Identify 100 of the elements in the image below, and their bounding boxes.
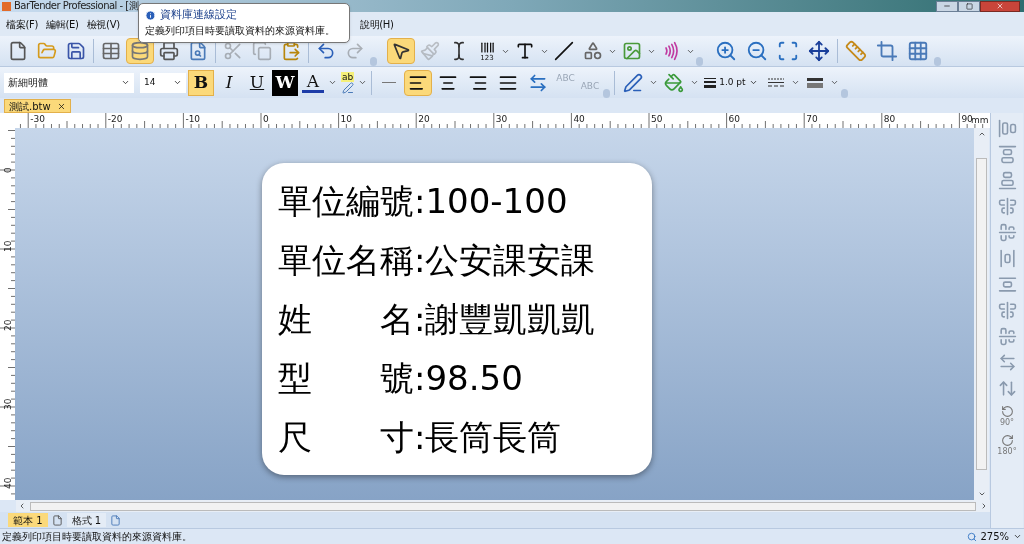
tooltip-title: 資料庫連線設定 bbox=[160, 7, 237, 23]
center-vertical-icon[interactable] bbox=[997, 197, 1017, 216]
scroll-down-icon[interactable] bbox=[977, 490, 986, 498]
menu-item[interactable]: 檢視(V) bbox=[86, 16, 120, 32]
pointer-icon bbox=[391, 41, 411, 61]
menu-item[interactable]: 編輯(E) bbox=[46, 16, 79, 32]
line-icon bbox=[554, 41, 574, 61]
font-field[interactable]: 新細明體 bbox=[4, 72, 134, 93]
line-weight-icon bbox=[806, 77, 823, 88]
close-icon[interactable] bbox=[56, 101, 66, 111]
zoom-fit-icon bbox=[777, 40, 799, 62]
grid-icon bbox=[907, 40, 929, 62]
align-left-edge-icon[interactable] bbox=[997, 119, 1017, 138]
new-file-icon bbox=[8, 41, 28, 61]
zoom-in-icon bbox=[715, 40, 737, 62]
caret-icon[interactable] bbox=[649, 78, 659, 87]
add-sheet-icon[interactable] bbox=[110, 514, 122, 526]
center-page-vertical-icon[interactable] bbox=[997, 301, 1017, 320]
horizontal-scrollbar[interactable] bbox=[16, 500, 990, 512]
crop-marks-icon bbox=[876, 40, 898, 62]
window-title: BarTender Professional - [測 bbox=[14, 0, 139, 12]
close-button[interactable] bbox=[980, 0, 1020, 12]
scroll-left-icon[interactable] bbox=[18, 502, 26, 510]
pointer-button[interactable] bbox=[387, 38, 415, 64]
caret-icon[interactable] bbox=[328, 78, 337, 87]
format-toggle[interactable]: U bbox=[244, 69, 270, 96]
align-top-edge-icon[interactable] bbox=[997, 145, 1017, 164]
brush-icon bbox=[420, 41, 440, 61]
zoom-level[interactable]: 275% bbox=[980, 529, 1009, 544]
menu-item[interactable]: 說明(H) bbox=[359, 16, 394, 32]
undo-icon bbox=[316, 41, 336, 61]
document-tab[interactable]: 測試.btw bbox=[4, 99, 71, 113]
label-text: 單位名稱:公安課安課 bbox=[278, 239, 597, 282]
ruler-label: 40 bbox=[3, 477, 13, 489]
ruler-label: 70 bbox=[806, 114, 818, 124]
scroll-thumb[interactable] bbox=[976, 158, 987, 470]
label-text: 姓 名:謝豐凱凱凱 bbox=[278, 298, 597, 341]
rotate-button[interactable]: 180° bbox=[997, 434, 1017, 456]
caret-icon[interactable] bbox=[790, 78, 800, 87]
ruler-label: 0 bbox=[263, 114, 269, 124]
label-text: 型 號:98.50 bbox=[278, 357, 524, 400]
caret-icon[interactable] bbox=[829, 78, 839, 87]
info-icon bbox=[145, 9, 156, 21]
ruler-icon bbox=[845, 40, 867, 62]
format-toggle[interactable]: B bbox=[188, 69, 214, 96]
caret-icon bbox=[173, 78, 182, 87]
sheet-tab[interactable]: 格式 1 bbox=[66, 513, 107, 527]
close-icon bbox=[996, 2, 1004, 10]
scroll-right-icon[interactable] bbox=[980, 502, 988, 510]
search-file-icon bbox=[188, 41, 208, 61]
ruler-label: 10 bbox=[3, 240, 13, 252]
rotate-icon bbox=[1000, 434, 1014, 447]
center-page-horizontal-icon[interactable] bbox=[997, 327, 1017, 346]
caret-icon[interactable] bbox=[358, 78, 368, 87]
minimize-button[interactable] bbox=[936, 0, 958, 12]
rotate-button[interactable]: 90° bbox=[999, 405, 1015, 427]
sheet-tab[interactable]: 範本 1 bbox=[8, 513, 48, 527]
vertical-scrollbar[interactable] bbox=[974, 128, 989, 500]
add-sheet-icon[interactable] bbox=[51, 514, 63, 526]
format-toggle[interactable]: W bbox=[272, 69, 298, 96]
ruler-unit: mm bbox=[971, 115, 989, 125]
highlight-button[interactable]: ab bbox=[339, 69, 357, 96]
cut-icon bbox=[223, 41, 243, 61]
ruler-label: 90 bbox=[961, 114, 973, 124]
text-icon bbox=[515, 41, 535, 61]
ruler-label: 10 bbox=[340, 114, 353, 124]
ruler-label: 20 bbox=[3, 319, 13, 331]
line-width-field[interactable]: 1.0 pt bbox=[701, 72, 761, 93]
caret-icon[interactable] bbox=[690, 78, 700, 87]
menu-item[interactable]: 檔案(F) bbox=[6, 16, 39, 32]
label-text: 單位編號:100-100 bbox=[278, 180, 569, 223]
align-button[interactable] bbox=[404, 69, 433, 96]
ruler-label: 50 bbox=[651, 114, 663, 124]
ruler-label: 40 bbox=[573, 114, 585, 124]
distribute-vertical-icon[interactable] bbox=[997, 379, 1017, 398]
ruler-label: 60 bbox=[728, 114, 741, 124]
scroll-up-icon[interactable] bbox=[977, 130, 986, 138]
zoom-out-icon bbox=[746, 40, 768, 62]
dash-style-icon bbox=[767, 78, 784, 87]
ruler-label: 30 bbox=[495, 114, 508, 124]
caret-icon bbox=[748, 78, 758, 87]
center-horizontal-icon[interactable] bbox=[997, 223, 1017, 242]
ruler-label: -30 bbox=[30, 114, 45, 124]
maximize-button[interactable] bbox=[958, 0, 980, 12]
align-bottom-edge-icon[interactable] bbox=[997, 171, 1017, 190]
scroll-thumb[interactable] bbox=[30, 501, 976, 511]
minimize-icon bbox=[943, 2, 951, 10]
database-button[interactable] bbox=[126, 38, 154, 64]
font-size-field[interactable]: 14 bbox=[140, 72, 186, 93]
copy-icon bbox=[252, 41, 272, 61]
font-color-button[interactable]: A bbox=[300, 69, 326, 96]
space-horizontal-icon[interactable] bbox=[997, 249, 1017, 268]
caret-icon[interactable] bbox=[1013, 532, 1022, 541]
distribute-horizontal-icon[interactable] bbox=[997, 353, 1017, 372]
line-icon bbox=[382, 82, 397, 83]
redo-icon bbox=[345, 41, 365, 61]
ruler-label: -10 bbox=[185, 114, 201, 124]
format-toggle[interactable]: I bbox=[216, 69, 242, 96]
space-vertical-icon[interactable] bbox=[997, 275, 1017, 294]
table-icon bbox=[101, 41, 121, 61]
